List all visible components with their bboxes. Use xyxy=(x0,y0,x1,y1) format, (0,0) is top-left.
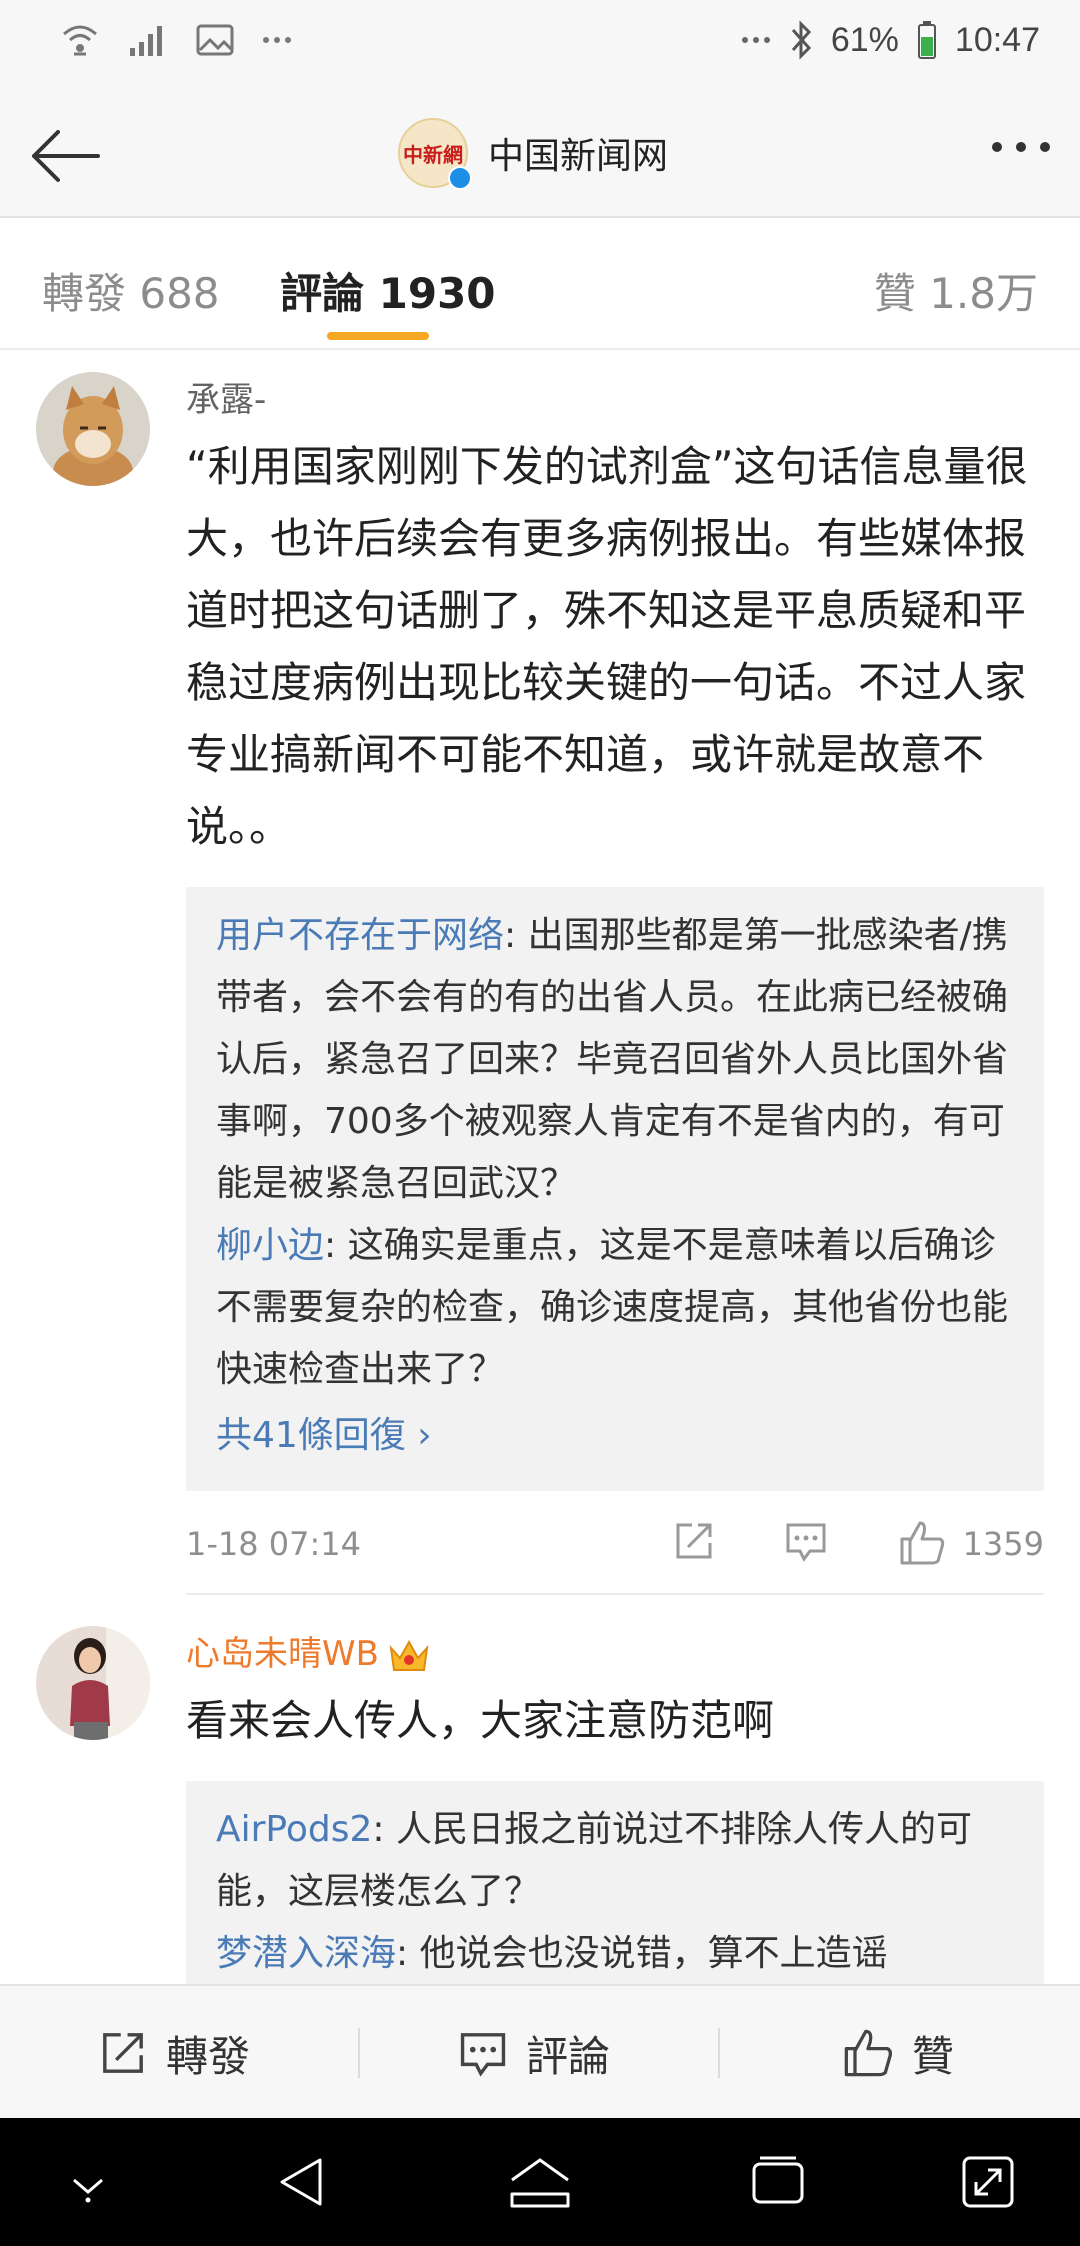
divider xyxy=(718,2028,720,2078)
reply-list[interactable]: AirPods2: 人民日报之前说过不排除人传人的可能，这层楼怎么了？ 梦潜入深… xyxy=(186,1781,1044,2009)
active-tab-indicator xyxy=(327,332,429,340)
reply-list[interactable]: 用户不存在于网络: 出国那些都是第一批感染者/携带者，会不会有的有的出省人员。在… xyxy=(186,887,1044,1491)
more-dots-icon xyxy=(263,37,291,43)
verified-badge-icon xyxy=(448,166,472,190)
more-dots-icon xyxy=(741,37,770,43)
battery-percent: 61% xyxy=(830,20,899,59)
reply-item: AirPods2: 人民日报之前说过不排除人传人的可能，这层楼怎么了？ xyxy=(216,1799,1014,1923)
battery-icon xyxy=(917,21,936,59)
signal-icon xyxy=(130,26,162,56)
bottom-action-bar: 轉發 評論 贊 xyxy=(0,1984,1080,2118)
divider xyxy=(358,2028,360,2078)
repost-button[interactable]: 轉發 xyxy=(98,1986,250,2120)
image-icon xyxy=(196,24,234,56)
wifi-icon xyxy=(63,25,97,56)
like-icon[interactable] xyxy=(898,1519,946,1567)
comment-label: 評論 xyxy=(526,2031,611,2081)
more-options-icon[interactable] xyxy=(992,142,1050,152)
comment-username[interactable]: 心岛未晴WB xyxy=(186,1626,1044,1675)
tab-bar: 轉發 688 評論 1930 贊 1.8万 xyxy=(0,218,1080,350)
home-icon[interactable] xyxy=(506,2150,574,2214)
reply-text: : 他说会也没说错，算不上造谣 xyxy=(396,1933,888,1974)
like-icon xyxy=(844,2029,893,2077)
avatar[interactable] xyxy=(36,1626,150,1740)
page-title: 中国新闻网 xyxy=(488,136,669,177)
collapse-down-icon[interactable] xyxy=(64,2150,112,2214)
expand-icon[interactable] xyxy=(956,2150,1020,2214)
tab-like[interactable]: 贊 1.8万 xyxy=(874,260,1038,321)
like-label: 贊 xyxy=(912,2031,955,2081)
like-count: 1359 xyxy=(962,1525,1044,1563)
comment-icon xyxy=(460,2033,506,2077)
reply-item: 用户不存在于网络: 出国那些都是第一批感染者/携带者，会不会有的有的出省人员。在… xyxy=(216,905,1014,1215)
account-logo: 中新網 xyxy=(403,142,463,167)
comment-timestamp: 1-18 07:14 xyxy=(186,1525,362,1563)
status-bar: 61% 10:47 xyxy=(0,0,1080,90)
reply-username[interactable]: 柳小边 xyxy=(216,1225,324,1266)
avatar[interactable] xyxy=(36,372,150,486)
reply-item: 柳小边: 这确实是重点，这是不是意味着以后确诊不需要复杂的检查，确诊速度提高，其… xyxy=(216,1215,1014,1401)
comment-text: 看来会人传人，大家注意防范啊 xyxy=(186,1696,775,1745)
comment-username[interactable]: 承露- xyxy=(186,372,1044,421)
share-icon[interactable] xyxy=(672,1519,716,1563)
reply-text: : 出国那些都是第一批感染者/携带者，会不会有的有的出省人员。在此病已经被确认后… xyxy=(216,915,1009,1204)
comment-icon[interactable] xyxy=(784,1519,828,1563)
clock: 10:47 xyxy=(954,20,1040,59)
top-nav: 中新網 中国新闻网 xyxy=(0,90,1080,218)
reply-username[interactable]: 梦潜入深海 xyxy=(216,1933,396,1974)
account-header[interactable]: 中新網 中国新闻网 xyxy=(398,118,669,190)
tab-comment[interactable]: 評論 1930 xyxy=(280,260,496,321)
back-icon[interactable] xyxy=(270,2150,334,2214)
like-button[interactable]: 贊 xyxy=(842,1986,954,2120)
repost-label: 轉發 xyxy=(166,2031,251,2081)
comment-button[interactable]: 評論 xyxy=(458,1986,610,2120)
recent-apps-icon[interactable] xyxy=(746,2150,810,2214)
comment-text: “利用国家刚刚下发的试剂盒”这句话信息量很大，也许后续会有更多病例报出。有些媒体… xyxy=(186,442,1028,851)
system-nav-bar xyxy=(0,2118,1080,2246)
reply-username[interactable]: AirPods2 xyxy=(216,1809,372,1850)
tab-repost[interactable]: 轉發 688 xyxy=(42,260,220,321)
account-avatar[interactable]: 中新網 xyxy=(398,118,472,190)
reply-username[interactable]: 用户不存在于网络 xyxy=(216,915,504,956)
comment-footer: 1-18 07:14 1359 xyxy=(186,1491,1044,1595)
vip-crown-icon xyxy=(389,1639,429,1671)
chevron-right-icon: › xyxy=(417,1415,432,1456)
reply-text: : 这确实是重点，这是不是意味着以后确诊不需要复杂的检查，确诊速度提高，其他省份… xyxy=(216,1225,1009,1390)
share-icon xyxy=(103,2033,143,2073)
reply-item: 梦潜入深海: 他说会也没说错，算不上造谣 xyxy=(216,1923,1014,1985)
more-replies-link[interactable]: 共41條回復 › xyxy=(216,1405,1014,1467)
back-arrow-icon[interactable] xyxy=(24,114,108,198)
bluetooth-icon xyxy=(791,20,811,60)
